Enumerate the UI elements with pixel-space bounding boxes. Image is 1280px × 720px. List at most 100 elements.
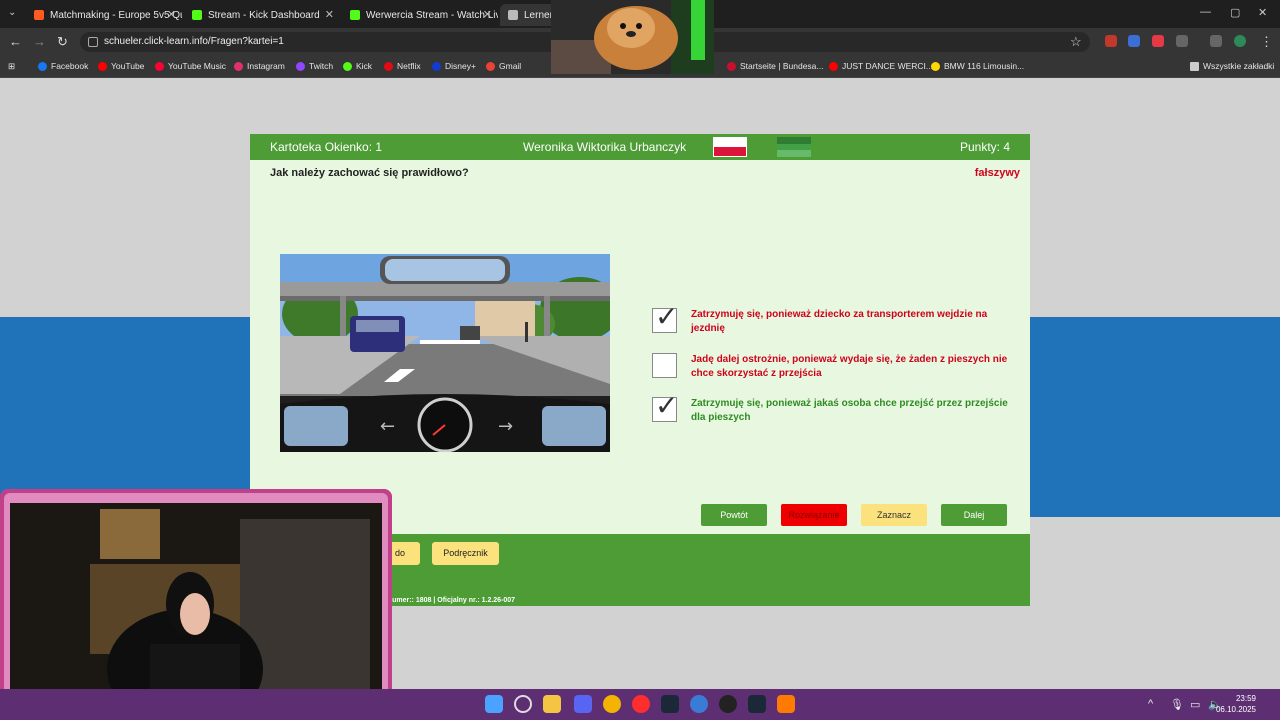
close-icon[interactable]: ✕ (325, 8, 334, 21)
search-icon[interactable] (514, 695, 532, 713)
window-close-icon[interactable]: ✕ (1258, 6, 1267, 19)
student-name: Weronika Wiktorika Urbanczyk (523, 140, 687, 154)
gmail-icon (486, 61, 495, 71)
discord-icon[interactable] (574, 695, 592, 713)
back-arrow-icon[interactable]: ← (9, 34, 22, 49)
answer-text: Zatrzymuję się, ponieważ jakaś osoba chc… (691, 398, 1008, 423)
language-flag-icon[interactable] (777, 137, 811, 158)
file-explorer-icon[interactable] (543, 695, 561, 713)
answer-checkbox[interactable]: ✓ (652, 392, 678, 422)
pet-webcam-overlay (551, 0, 714, 74)
youtube-icon (829, 61, 838, 71)
system-clock[interactable]: 23:59 06.10.2025 (1216, 693, 1256, 715)
svg-text:←: ← (380, 416, 395, 437)
bookmark-star-icon[interactable]: ☆ (1070, 34, 1082, 50)
answer-checkbox[interactable]: ✓ (652, 303, 678, 333)
maximize-icon[interactable]: ▢ (1230, 6, 1240, 19)
bundesamt-icon (727, 61, 736, 71)
youtube-music-icon[interactable] (632, 695, 650, 713)
forward-arrow-icon[interactable]: → (33, 34, 46, 49)
extension-icon[interactable] (1105, 35, 1117, 47)
kick-icon (192, 10, 202, 20)
bookmark-gmail[interactable]: Gmail (486, 61, 521, 71)
card-window-label: Kartoteka Okienko: 1 (270, 140, 383, 154)
reading-list-icon[interactable] (1210, 35, 1222, 47)
youtube-music-icon (155, 61, 164, 71)
answer-text: Zatrzymuję się, ponieważ dziecko za tran… (691, 309, 988, 334)
bookmark-twitch[interactable]: Twitch (296, 61, 333, 71)
translate-extension-icon[interactable] (1128, 35, 1140, 47)
minimize-icon[interactable]: — (1200, 6, 1211, 18)
faceit-icon[interactable] (777, 695, 795, 713)
chrome-icon[interactable] (603, 695, 621, 713)
network-icon[interactable]: ▭ (1190, 698, 1200, 711)
answer-option: ✓ Zatrzymuję się, ponieważ jakaś osoba c… (652, 392, 1012, 425)
instagram-icon (234, 61, 243, 71)
bookmark-instagram[interactable]: Instagram (234, 61, 285, 71)
browser-menu-icon[interactable]: ⋮ (1260, 34, 1273, 50)
extension-icon[interactable] (1152, 35, 1164, 47)
page-icon (508, 10, 518, 20)
disney-icon (432, 61, 441, 71)
bookmark-facebook[interactable]: Facebook (38, 61, 88, 71)
question-image: ← → (280, 254, 610, 452)
answer-text: Jadę dalej ostrożnie, ponieważ wydaje si… (691, 354, 1008, 379)
close-icon[interactable]: ✕ (483, 8, 492, 21)
svg-text:→: → (498, 416, 513, 437)
handbook-button[interactable]: Podręcznik (432, 542, 499, 565)
tray-chevron-icon[interactable]: ^ (1148, 698, 1153, 710)
youtube-icon (98, 61, 107, 71)
streamer-webcam-overlay (0, 489, 392, 720)
steam-icon[interactable] (661, 695, 679, 713)
bookmark-just-dance[interactable]: JUST DANCE WERCI... (829, 61, 933, 71)
bookmark-disney[interactable]: Disney+ (432, 61, 476, 71)
next-button[interactable]: Dalej (941, 504, 1007, 526)
faceit-icon (34, 10, 44, 20)
twitch-icon (296, 61, 305, 71)
profile-avatar[interactable] (1234, 35, 1246, 47)
tab-matchmaking[interactable]: Matchmaking - Europe 5v5 Qu ✕ (26, 4, 182, 26)
bookmark-kick[interactable]: Kick (343, 61, 372, 71)
microphone-icon[interactable]: 🎙 (1170, 698, 1184, 711)
quiz-panel: Kartoteka Okienko: 1 Weronika Wiktorika … (250, 134, 1030, 534)
close-icon[interactable]: ✕ (167, 8, 176, 21)
answer-checkbox[interactable] (652, 353, 677, 378)
checkmark-icon: ✓ (655, 301, 679, 332)
quiz-header: Kartoteka Okienko: 1 Weronika Wiktorika … (250, 134, 1030, 160)
facebook-icon (38, 61, 47, 71)
bmw-icon (931, 61, 940, 71)
question-text: Jak należy zachować się prawidłowo? (270, 167, 469, 179)
extensions-puzzle-icon[interactable] (1176, 35, 1188, 47)
version-info: e numer:: 1808 | Oficjalny nr.: 1.2.26-0… (382, 597, 516, 604)
answer-verdict: fałszywy (974, 167, 1020, 179)
mark-button[interactable]: Zaznacz (861, 504, 927, 526)
reload-icon[interactable]: ↻ (57, 34, 68, 50)
steam-icon[interactable] (748, 695, 766, 713)
obs-icon[interactable] (719, 695, 737, 713)
checkmark-icon: ✓ (655, 390, 679, 421)
bookmark-bmw[interactable]: BMW 116 Limousin... (931, 61, 1024, 71)
bookmark-youtube-music[interactable]: YouTube Music (155, 61, 226, 71)
windows-taskbar: ^ 🎙 ▭ 🔈 23:59 06.10.2025 (0, 689, 1280, 720)
tab-search-chevron-icon[interactable]: ⌄ (8, 7, 16, 18)
folder-icon (1190, 61, 1199, 71)
start-windows-icon[interactable] (485, 695, 503, 713)
bookmark-youtube[interactable]: YouTube (98, 61, 144, 71)
kick-icon (343, 61, 352, 71)
answer-option: Jadę dalej ostrożnie, ponieważ wydaje si… (652, 353, 1012, 381)
bookmark-bundesamt[interactable]: Startseite | Bundesa... (727, 61, 823, 71)
app-icon[interactable] (690, 695, 708, 713)
solution-button[interactable]: Rozwiązanie (781, 504, 847, 526)
answer-option: ✓ Zatrzymuję się, ponieważ dziecko za tr… (652, 303, 1012, 336)
site-info-icon[interactable] (88, 37, 98, 47)
polish-flag-icon[interactable] (713, 137, 747, 157)
tab-kick-dashboard[interactable]: Stream - Kick Dashboard ✕ (184, 4, 340, 26)
netflix-icon (384, 61, 393, 71)
points-counter: Punkty: 4 (959, 140, 1010, 154)
tab-kick-watch[interactable]: Werwercia Stream - Watch Live ✕ (342, 4, 498, 26)
apps-grid-icon[interactable]: ⊞ (8, 61, 15, 72)
bookmark-all-folder[interactable]: Wszystkie zakładki (1190, 61, 1274, 71)
repeat-button[interactable]: Powtót (701, 504, 767, 526)
kick-icon (350, 10, 360, 20)
bookmark-netflix[interactable]: Netflix (384, 61, 421, 71)
